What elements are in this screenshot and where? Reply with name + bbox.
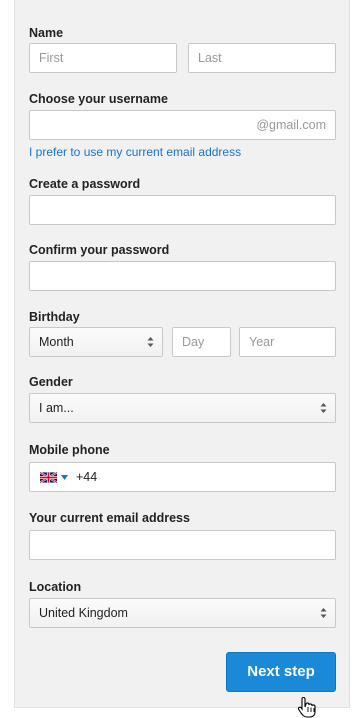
birthday-month-select[interactable]: Month (29, 327, 163, 357)
username-input[interactable]: @gmail.com (29, 110, 336, 140)
birthday-label: Birthday (29, 310, 80, 324)
gender-label: Gender (29, 375, 73, 389)
gmail-suffix: @gmail.com (256, 118, 326, 132)
birthday-day-placeholder: Day (182, 335, 205, 349)
current-email-label: Your current email address (29, 511, 190, 525)
next-step-button[interactable]: Next step (226, 652, 336, 692)
use-current-email-link[interactable]: I prefer to use my current email address (29, 145, 241, 159)
location-select[interactable]: United Kingdom (29, 598, 336, 628)
last-name-placeholder: Last (198, 51, 222, 65)
password-input[interactable] (29, 195, 336, 225)
birthday-year-placeholder: Year (249, 335, 275, 349)
gender-select[interactable]: I am... (29, 393, 336, 423)
location-label: Location (29, 580, 82, 594)
select-arrows-icon (320, 608, 327, 618)
gender-value: I am... (39, 401, 74, 415)
mobile-phone-input[interactable]: +44 (29, 462, 336, 492)
birthday-day-input[interactable]: Day (172, 327, 231, 357)
current-email-input[interactable] (29, 530, 336, 560)
password-label: Create a password (29, 177, 141, 191)
birthday-month-value: Month (39, 335, 74, 349)
confirm-password-label: Confirm your password (29, 243, 170, 257)
hand-cursor-icon (298, 696, 316, 718)
location-value: United Kingdom (39, 606, 128, 620)
select-arrows-icon (147, 337, 154, 347)
select-arrows-icon (320, 403, 327, 413)
first-name-placeholder: First (39, 51, 64, 65)
phone-country-code: +44 (76, 470, 98, 484)
mobile-phone-label: Mobile phone (29, 443, 110, 457)
uk-flag-icon[interactable] (40, 472, 57, 483)
birthday-year-input[interactable]: Year (239, 327, 336, 357)
confirm-password-input[interactable] (29, 261, 336, 291)
username-label: Choose your username (29, 92, 168, 106)
signup-form-panel: Name First Last Choose your username @gm… (14, 0, 350, 708)
first-name-input[interactable]: First (29, 43, 177, 73)
chevron-down-icon[interactable] (61, 475, 68, 480)
name-label: Name (29, 26, 64, 40)
last-name-input[interactable]: Last (188, 43, 336, 73)
